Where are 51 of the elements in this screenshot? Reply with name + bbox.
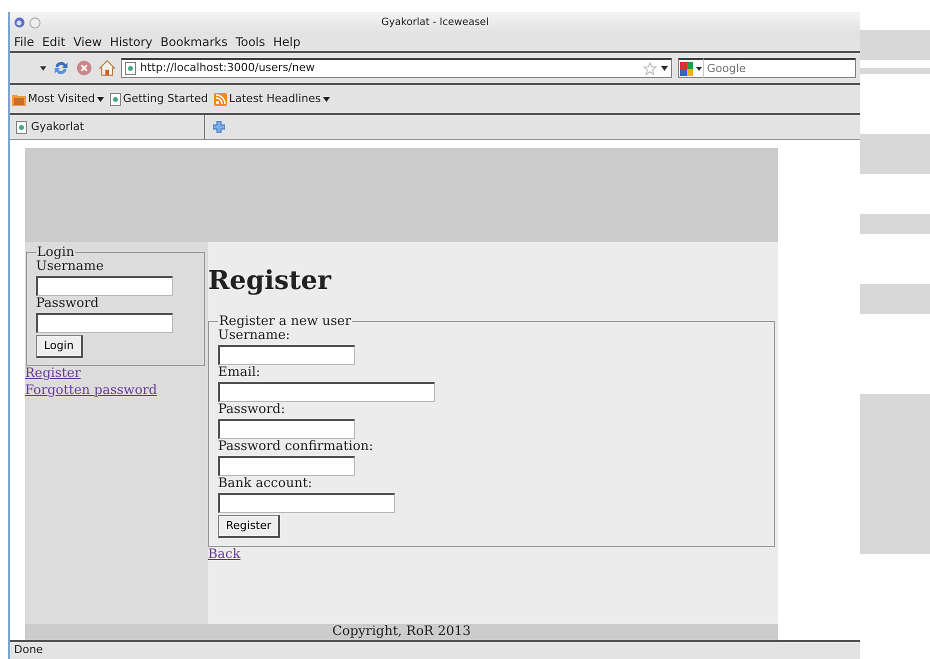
address-bar[interactable]: http://localhost:3000/users/new	[121, 58, 672, 78]
fieldset-legend: Login	[36, 246, 76, 259]
bookmark-item[interactable]: Getting Started	[110, 90, 208, 108]
input-field[interactable]	[218, 345, 355, 366]
menu-item[interactable]: Tools	[236, 33, 266, 51]
field-label: Password:	[218, 402, 286, 419]
menu-item[interactable]: History	[110, 33, 153, 51]
menu-item[interactable]: View	[73, 33, 102, 51]
new-tab-icon[interactable]	[213, 121, 225, 133]
input-field[interactable]	[218, 456, 355, 476]
menu-item[interactable]: Edit	[42, 33, 66, 51]
menu-item[interactable]: File	[14, 33, 34, 51]
bookmark-item[interactable]: Most Visited	[12, 90, 104, 108]
window-title: Gyakorlat - Iceweasel	[381, 17, 489, 28]
field-label: Bank account:	[218, 476, 314, 493]
star-icon[interactable]	[643, 62, 657, 76]
sidebar-link[interactable]: Register	[25, 366, 81, 383]
copyright-text: Copyright, RoR 2013	[332, 624, 471, 639]
register-button[interactable]: Register	[218, 514, 280, 538]
fieldset-legend: Register a new user	[218, 315, 352, 328]
login-button[interactable]: Login	[36, 334, 83, 358]
field-label: Username	[36, 259, 105, 276]
url-text: http://localhost:3000/users/new	[140, 60, 316, 76]
input-field[interactable]	[36, 276, 173, 296]
feed-icon	[214, 92, 227, 106]
menu-item[interactable]: Bookmarks	[160, 33, 228, 51]
back-link[interactable]: Back	[208, 547, 240, 564]
input-field[interactable]	[218, 492, 395, 513]
search-engine-icon[interactable]	[679, 60, 703, 76]
field-label: Password	[36, 296, 100, 313]
search-field[interactable]: Google	[703, 58, 856, 78]
dropdown-caret-icon[interactable]	[40, 66, 46, 70]
stop-icon[interactable]	[76, 59, 93, 77]
sidebar-link[interactable]: Forgotten password	[25, 382, 158, 399]
dropdown-caret-icon[interactable]	[661, 66, 668, 71]
folder-icon	[12, 92, 26, 106]
page-icon	[125, 62, 136, 75]
menu-item[interactable]: Help	[273, 33, 300, 51]
page-icon	[16, 120, 27, 134]
page-heading: Register	[208, 266, 332, 298]
input-field[interactable]	[218, 418, 355, 439]
page-icon	[110, 92, 121, 106]
home-icon[interactable]	[98, 59, 116, 77]
field-label: Email:	[218, 365, 262, 382]
input-field[interactable]	[218, 382, 435, 402]
input-field[interactable]	[36, 312, 173, 333]
field-label: Password confirmation:	[218, 438, 374, 456]
status-text: Done	[14, 642, 43, 658]
field-label: Username:	[218, 328, 292, 346]
app-icon	[14, 17, 25, 28]
bookmark-item[interactable]: Latest Headlines	[214, 90, 330, 108]
